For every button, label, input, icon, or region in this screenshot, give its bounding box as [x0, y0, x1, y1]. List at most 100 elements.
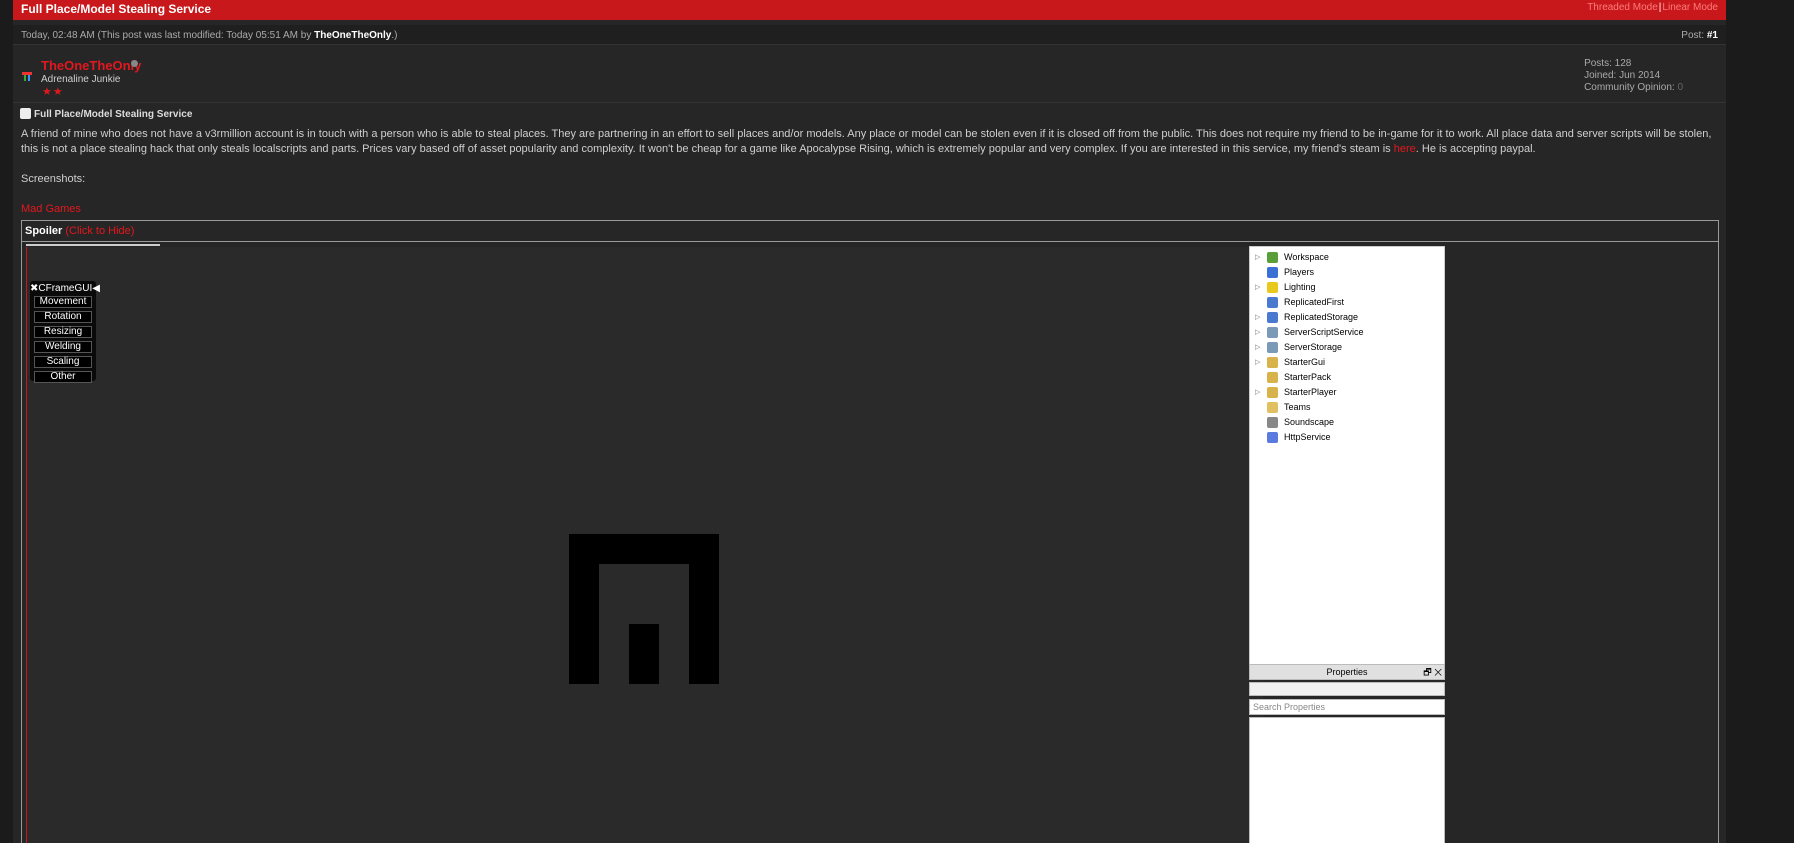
explorer-item-startergui[interactable]: ▷ StarterGui: [1250, 355, 1444, 370]
expand-arrow-icon[interactable]: ▷: [1255, 250, 1260, 265]
expand-arrow-icon[interactable]: ▷: [1255, 280, 1260, 295]
globe-icon: [1267, 252, 1278, 263]
explorer-item-label: Players: [1284, 267, 1315, 277]
other-button[interactable]: Other: [34, 371, 92, 383]
scaling-button[interactable]: Scaling: [34, 356, 92, 368]
black-block-shape: [569, 534, 719, 684]
server-script-icon: [1267, 327, 1278, 338]
expand-arrow-icon[interactable]: ▷: [1255, 385, 1260, 400]
modifier-link[interactable]: TheOneTheOnly: [314, 30, 391, 41]
author-title: Adrenaline Junkie: [41, 74, 121, 85]
shape-gap-middle: [629, 564, 659, 624]
properties-title: Properties: [1326, 667, 1368, 677]
starter-pack-icon: [1267, 372, 1278, 383]
players-icon: [1267, 267, 1278, 278]
teams-icon: [1267, 402, 1278, 413]
author-name[interactable]: TheOneTheOnly: [41, 58, 141, 73]
linear-mode-link[interactable]: Linear Mode: [1662, 2, 1718, 13]
explorer-item-serverstorage[interactable]: ▷ ServerStorage: [1250, 340, 1444, 355]
user-group-icon: [22, 72, 32, 81]
explorer-item-label: StarterGui: [1284, 357, 1326, 367]
post-body: A friend of mine who does not have a v3r…: [21, 127, 1721, 157]
explorer-panel: ▷ Workspace Players ▷ Lighting ReplicatedFirs…: [1249, 246, 1445, 668]
starter-player-icon: [1267, 387, 1278, 398]
speaker-icon: [1267, 417, 1278, 428]
explorer-item-label: ServerStorage: [1284, 342, 1343, 352]
post-number-link[interactable]: #1: [1707, 30, 1718, 41]
post-icon: [20, 108, 31, 119]
expand-arrow-icon[interactable]: ▷: [1255, 340, 1260, 355]
cframe-gui-title[interactable]: ✖CFrameGUI◀: [30, 281, 100, 295]
explorer-item-replicatedstorage[interactable]: ▷ ReplicatedStorage: [1250, 310, 1444, 325]
starter-gui-icon: [1267, 357, 1278, 368]
welding-button[interactable]: Welding: [34, 341, 92, 353]
spoiler-progress-line: [26, 244, 160, 246]
page: Full Place/Model Stealing Service Thread…: [13, 0, 1726, 843]
post-text-2: . He is accepting paypal.: [1415, 143, 1536, 155]
explorer-item-label: StarterPlayer: [1284, 387, 1337, 397]
properties-header: Properties 🗗 ✕: [1249, 664, 1445, 680]
properties-search-input[interactable]: Search Properties: [1249, 699, 1445, 715]
author-posts: Posts: 128: [1584, 58, 1632, 69]
opinion-label: Community Opinion:: [1584, 82, 1678, 93]
explorer-item-players[interactable]: Players: [1250, 265, 1444, 280]
explorer-item-workspace[interactable]: ▷ Workspace: [1250, 250, 1444, 265]
explorer-item-soundscape[interactable]: Soundscape: [1250, 415, 1444, 430]
cframe-gui-panel: ✖CFrameGUI◀ Movement Rotation Resizing W…: [30, 281, 100, 383]
server-storage-icon: [1267, 342, 1278, 353]
resizing-button[interactable]: Resizing: [34, 326, 92, 338]
explorer-item-label: Teams: [1284, 402, 1311, 412]
author-opinion: Community Opinion: 0: [1584, 82, 1683, 94]
spoiler-header: Spoiler (Click to Hide): [22, 221, 1718, 242]
threaded-mode-link[interactable]: Threaded Mode: [1587, 2, 1658, 13]
explorer-item-starterplayer[interactable]: ▷ StarterPlayer: [1250, 385, 1444, 400]
mad-games-label: Mad Games: [21, 203, 81, 215]
author-stats: Posts: 128 Joined: Jun 2014 Community Op…: [1584, 58, 1683, 94]
rotation-button[interactable]: Rotation: [34, 311, 92, 323]
expand-arrow-icon[interactable]: ▷: [1255, 310, 1260, 325]
post-subject: Full Place/Model Stealing Service: [20, 108, 192, 120]
properties-window-controls-icon[interactable]: 🗗 ✕: [1423, 665, 1442, 679]
spoiler-toggle[interactable]: (Click to Hide): [65, 225, 134, 237]
properties-list: [1249, 717, 1445, 843]
screenshots-label: Screenshots:: [21, 173, 86, 185]
explorer-item-httpservice[interactable]: HttpService: [1250, 430, 1444, 445]
spoiler-box: Spoiler (Click to Hide) ✖CFrameGUI◀ Move…: [21, 220, 1719, 843]
post-number: Post: #1: [1681, 30, 1718, 41]
thread-title-bar: Full Place/Model Stealing Service Thread…: [13, 0, 1726, 20]
game-viewport[interactable]: ✖CFrameGUI◀ Movement Rotation Resizing W…: [26, 247, 1263, 843]
spoiler-label: Spoiler: [25, 225, 63, 237]
post-subject-text: Full Place/Model Stealing Service: [34, 109, 193, 120]
explorer-item-label: ReplicatedStorage: [1284, 312, 1359, 322]
view-modes: Threaded Mode|Linear Mode: [1587, 2, 1718, 13]
explorer-item-starterpack[interactable]: StarterPack: [1250, 370, 1444, 385]
expand-arrow-icon[interactable]: ▷: [1255, 325, 1260, 340]
explorer-item-label: ServerScriptService: [1284, 327, 1364, 337]
author-joined: Joined: Jun 2014: [1584, 70, 1661, 81]
explorer-item-label: Lighting: [1284, 282, 1316, 292]
explorer-item-teams[interactable]: Teams: [1250, 400, 1444, 415]
explorer-tree: ▷ Workspace Players ▷ Lighting ReplicatedFirs…: [1250, 250, 1444, 445]
post-date: Today, 02:48 AM (This post was last modi…: [21, 30, 397, 41]
post-number-label: Post:: [1681, 30, 1707, 41]
expand-arrow-icon[interactable]: ▷: [1255, 355, 1260, 370]
thread-title: Full Place/Model Stealing Service: [21, 2, 212, 16]
explorer-item-label: ReplicatedFirst: [1284, 297, 1345, 307]
online-status-icon: [131, 60, 138, 67]
replicated-first-icon: [1267, 297, 1278, 308]
explorer-item-label: HttpService: [1284, 432, 1331, 442]
explorer-item-replicatedfirst[interactable]: ReplicatedFirst: [1250, 295, 1444, 310]
post-date-end: .): [391, 30, 398, 41]
post-date-text: Today, 02:48 AM (This post was last modi…: [21, 30, 315, 41]
movement-button[interactable]: Movement: [34, 296, 92, 308]
explorer-item-label: StarterPack: [1284, 372, 1332, 382]
post-meta-bar: Today, 02:48 AM (This post was last modi…: [13, 25, 1726, 45]
shape-gap-left: [599, 564, 629, 684]
explorer-item-label: Workspace: [1284, 252, 1329, 262]
steam-link[interactable]: here: [1394, 143, 1416, 155]
explorer-item-serverscriptservice[interactable]: ▷ ServerScriptService: [1250, 325, 1444, 340]
explorer-item-lighting[interactable]: ▷ Lighting: [1250, 280, 1444, 295]
replicated-storage-icon: [1267, 312, 1278, 323]
shape-gap-right: [659, 564, 689, 684]
opinion-value[interactable]: 0: [1677, 82, 1683, 93]
